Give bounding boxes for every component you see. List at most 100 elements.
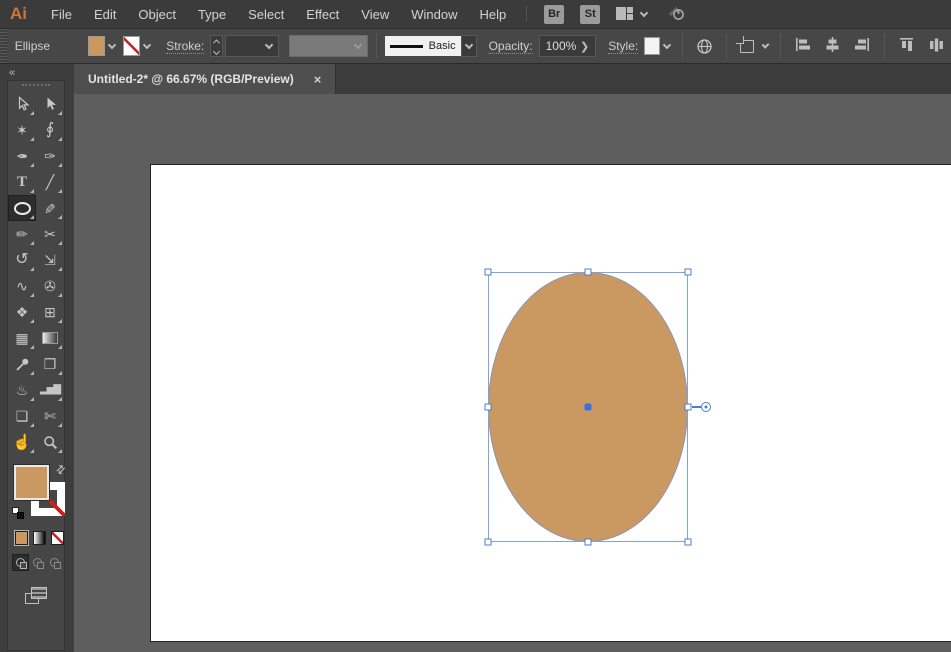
direct-selection-tool[interactable] [36, 91, 64, 117]
pencil-tool[interactable]: ✏ [8, 221, 36, 247]
menu-help[interactable]: Help [468, 7, 517, 22]
opacity-panel-link[interactable]: Opacity: [489, 39, 533, 54]
toolbar-panel: ✶∮✒✑T╱✐✏✂↺⇲∿✇❖⊞▦❒♨▂▅▇❏✄☝ ⇄ [7, 80, 65, 651]
align-right-icon[interactable] [853, 37, 870, 55]
line-segment-tool[interactable]: ╱ [36, 169, 64, 195]
menu-view[interactable]: View [350, 7, 400, 22]
hand-tool-icon: ☝ [13, 435, 32, 450]
fill-dropdown-chevron[interactable] [105, 35, 119, 57]
handle-top-center[interactable] [585, 269, 592, 276]
lasso-tool[interactable]: ∮ [36, 117, 64, 143]
transform-chevron-icon[interactable] [761, 40, 769, 48]
fill-color-swatch[interactable] [88, 36, 105, 56]
pen-tool[interactable]: ✒ [8, 143, 36, 169]
rotate-tool[interactable]: ↺ [8, 247, 36, 273]
brush-preview[interactable]: Basic [385, 36, 460, 56]
distribute-center-icon[interactable] [928, 37, 945, 56]
toolbar-grip[interactable] [22, 84, 50, 89]
align-left-icon[interactable] [795, 37, 812, 55]
collapse-panel-button[interactable]: « [0, 64, 74, 80]
artboard[interactable] [150, 164, 951, 642]
shape-center-point[interactable] [585, 404, 592, 411]
scale-tool[interactable]: ⇲ [36, 247, 64, 273]
ellipse-tool[interactable] [8, 195, 36, 221]
menu-edit[interactable]: Edit [83, 7, 127, 22]
chevron-down-icon[interactable] [640, 8, 648, 16]
default-fill-stroke-icon[interactable] [12, 507, 24, 519]
type-tool[interactable]: T [8, 169, 36, 195]
brush-dropdown-chevron[interactable] [461, 35, 477, 57]
control-bar-grip[interactable] [0, 29, 7, 63]
menu-type[interactable]: Type [187, 7, 237, 22]
magic-wand-tool[interactable]: ✶ [8, 117, 36, 143]
canvas-area[interactable] [74, 94, 951, 652]
slice-tool[interactable]: ✄ [36, 403, 64, 429]
menu-window[interactable]: Window [400, 7, 468, 22]
gradient-tool[interactable] [36, 325, 64, 351]
column-graph-tool[interactable]: ▂▅▇ [36, 377, 64, 403]
handle-middle-left[interactable] [485, 404, 492, 411]
stroke-width-dropdown[interactable] [225, 35, 279, 57]
perspective-grid-tool[interactable]: ⊞ [36, 299, 64, 325]
stroke-dropdown-chevron[interactable] [140, 35, 154, 57]
handle-top-left[interactable] [485, 269, 492, 276]
symbol-sprayer-tool[interactable]: ♨ [8, 377, 36, 403]
handle-bottom-center[interactable] [585, 539, 592, 546]
document-tab[interactable]: Untitled-2* @ 66.67% (RGB/Preview) × [74, 64, 336, 94]
gpu-performance-icon[interactable] [667, 4, 685, 25]
shape-builder-tool[interactable]: ❖ [8, 299, 36, 325]
stock-button[interactable]: St [580, 5, 600, 24]
paintbrush-tool[interactable]: ✐ [36, 195, 64, 221]
stroke-width-stepper[interactable] [210, 35, 223, 57]
draw-inside-button[interactable] [46, 554, 63, 571]
shape-builder-tool-icon: ❖ [16, 305, 29, 319]
swap-fill-stroke-icon[interactable]: ⇄ [53, 462, 69, 478]
handle-middle-right[interactable] [685, 404, 692, 411]
workspace-switcher-icon[interactable] [616, 7, 634, 21]
close-tab-icon[interactable]: × [314, 72, 322, 87]
pie-widget-handle[interactable] [701, 402, 711, 412]
align-center-icon[interactable] [824, 37, 841, 55]
hand-tool[interactable]: ☝ [8, 429, 36, 455]
scissors-tool[interactable]: ✂ [36, 221, 64, 247]
style-swatch[interactable] [644, 37, 659, 55]
handle-top-right[interactable] [685, 269, 692, 276]
curvature-tool[interactable]: ✑ [36, 143, 64, 169]
ellipse-tool-icon [14, 202, 31, 215]
fill-proxy[interactable] [14, 465, 49, 500]
width-tool[interactable]: ∿ [8, 273, 36, 299]
artboard-tool[interactable]: ❏ [8, 403, 36, 429]
opacity-field[interactable]: 100% ❯ [539, 35, 597, 57]
direct-selection-tool-icon [43, 96, 58, 112]
menubar-divider [526, 6, 527, 22]
mesh-tool[interactable]: ▦ [8, 325, 36, 351]
zoom-tool[interactable] [36, 429, 64, 455]
document-setup-globe-icon[interactable] [696, 38, 713, 55]
line-segment-tool-icon: ╱ [46, 175, 54, 189]
blend-tool[interactable]: ❒ [36, 351, 64, 377]
selection-tool[interactable] [8, 91, 36, 117]
style-dropdown-chevron[interactable] [660, 35, 674, 57]
menu-effect[interactable]: Effect [295, 7, 350, 22]
none-button[interactable] [51, 531, 64, 545]
stroke-color-swatch[interactable] [123, 36, 140, 56]
draw-behind-button[interactable] [29, 554, 46, 571]
handle-bottom-right[interactable] [685, 539, 692, 546]
puppet-warp-tool[interactable]: ✇ [36, 273, 64, 299]
draw-normal-button[interactable] [12, 554, 29, 571]
transform-panel-icon[interactable] [740, 40, 754, 53]
change-screen-mode-button[interactable] [25, 587, 47, 604]
stroke-panel-link[interactable]: Stroke: [166, 39, 204, 54]
bridge-button[interactable]: Br [544, 5, 564, 24]
width-tool-icon: ∿ [16, 279, 28, 293]
menu-object[interactable]: Object [127, 7, 187, 22]
color-button[interactable] [15, 531, 28, 545]
gradient-button[interactable] [33, 531, 46, 545]
menu-select[interactable]: Select [237, 7, 295, 22]
handle-bottom-left[interactable] [485, 539, 492, 546]
vertical-align-top-icon[interactable] [899, 37, 916, 56]
opacity-arrow-icon[interactable]: ❯ [580, 40, 589, 53]
eyedropper-tool[interactable] [8, 351, 36, 377]
control-bar: Ellipse Stroke: Basic Opacity: 100% ❯ St… [0, 29, 951, 64]
menu-file[interactable]: File [40, 7, 83, 22]
